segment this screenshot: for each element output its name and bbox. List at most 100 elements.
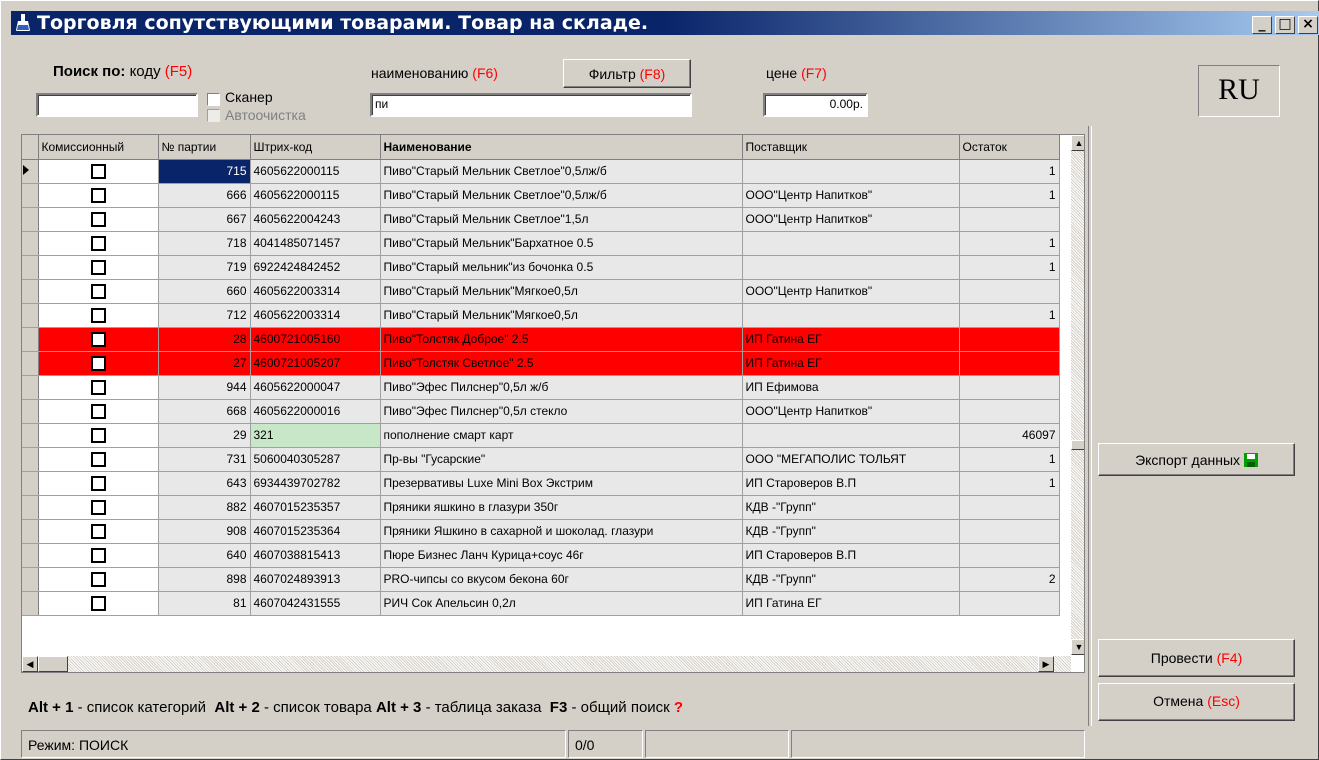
row-indicator [22, 567, 39, 592]
commission-checkbox[interactable] [90, 187, 106, 203]
table-row[interactable]: 668 4605622000016 Пиво"Эфес Пилснер"0,5л с… [22, 399, 1060, 424]
cancel-button[interactable]: Отмена (Esc) [1098, 683, 1295, 721]
commission-cell[interactable] [38, 327, 159, 352]
rest-cell [959, 207, 1060, 232]
header-supplier[interactable]: Поставщик [742, 135, 960, 160]
name-search-input[interactable]: пи [370, 93, 692, 117]
table-row[interactable]: 27 4600721005207 Пиво"Толстяк Светлое" 2.5… [22, 351, 1060, 376]
commission-cell[interactable] [38, 423, 159, 448]
rest-cell [959, 327, 1060, 352]
commission-cell[interactable] [38, 471, 159, 496]
table-row[interactable]: 882 4607015235357 Пряники яшкино в глазури… [22, 495, 1060, 520]
commission-cell[interactable] [38, 495, 159, 520]
name-cell: Пиво"Старый Мельник"Мягкое0,5л [380, 303, 743, 328]
commission-cell[interactable] [38, 207, 159, 232]
commission-checkbox[interactable] [90, 403, 106, 419]
header-rest[interactable]: Остаток [959, 135, 1060, 160]
header-barcode[interactable]: Штрих-код [250, 135, 381, 160]
commission-cell[interactable] [38, 591, 159, 616]
name-cell: пополнение смарт карт [380, 423, 743, 448]
filter-button[interactable]: Фильтр (F8) [563, 59, 691, 88]
commission-cell[interactable] [38, 519, 159, 544]
horizontal-scroll-thumb[interactable] [38, 656, 68, 672]
table-row[interactable]: 81 4607042431555 РИЧ Сок Апельсин 0,2л ИП Г… [22, 591, 1060, 616]
scanner-checkbox[interactable] [207, 93, 220, 106]
table-row[interactable]: 660 4605622003314 Пиво"Старый Мельник"Мягк… [22, 279, 1060, 304]
commission-checkbox[interactable] [90, 427, 106, 443]
table-row[interactable]: 715 4605622000115 Пиво"Старый Мельник Свет… [22, 159, 1060, 184]
vertical-scrollbar[interactable]: ▲ ▼ [1071, 135, 1084, 655]
header-party[interactable]: № партии [158, 135, 251, 160]
minimize-button[interactable]: _ [1252, 16, 1272, 34]
commission-checkbox[interactable] [90, 451, 106, 467]
language-indicator: RU [1198, 65, 1280, 117]
commission-cell[interactable] [38, 159, 159, 184]
commission-cell[interactable] [38, 351, 159, 376]
scroll-down-button[interactable]: ▼ [1071, 639, 1084, 655]
commission-cell[interactable] [38, 279, 159, 304]
maximize-button[interactable]: □ [1275, 16, 1295, 34]
header-indicator [22, 135, 39, 160]
commission-checkbox[interactable] [90, 211, 106, 227]
table-row[interactable]: 908 4607015235364 Пряники Яшкино в сахарно… [22, 519, 1060, 544]
table-row[interactable]: 944 4605622000047 Пиво"Эфес Пилснер"0,5л ж… [22, 375, 1060, 400]
commission-cell[interactable] [38, 399, 159, 424]
commission-checkbox[interactable] [90, 355, 106, 371]
commission-checkbox[interactable] [90, 283, 106, 299]
header-name[interactable]: Наименование [380, 135, 743, 160]
commission-cell[interactable] [38, 447, 159, 472]
table-row[interactable]: 731 5060040305287 Пр-вы "Гусарские" ООО "МЕ… [22, 447, 1060, 472]
scroll-left-button[interactable]: ◀ [22, 656, 38, 672]
hint-key-1: Alt + 1 [28, 699, 74, 716]
rest-cell [959, 591, 1060, 616]
help-icon[interactable]: ? [674, 699, 683, 716]
commission-cell[interactable] [38, 567, 159, 592]
price-input[interactable]: 0.00р. [763, 93, 868, 117]
close-button[interactable]: × [1298, 16, 1318, 34]
post-button[interactable]: Провести (F4) [1098, 639, 1295, 677]
table-row[interactable]: 712 4605622003314 Пиво"Старый Мельник"Мягк… [22, 303, 1060, 328]
scroll-right-button[interactable]: ▶ [1038, 656, 1054, 672]
commission-cell[interactable] [38, 183, 159, 208]
cancel-label: Отмена [1153, 693, 1204, 709]
table-row[interactable]: 898 4607024893913 PRO-чипсы со вкусом беко… [22, 567, 1060, 592]
export-data-button[interactable]: Экспорт данных [1098, 443, 1295, 476]
commission-cell[interactable] [38, 255, 159, 280]
scroll-up-button[interactable]: ▲ [1071, 135, 1084, 151]
commission-checkbox[interactable] [90, 379, 106, 395]
commission-checkbox[interactable] [90, 547, 106, 563]
table-row[interactable]: 640 4607038815413 Пюре Бизнес Ланч Курица+… [22, 543, 1060, 568]
rest-cell: 1 [959, 231, 1060, 256]
commission-checkbox[interactable] [90, 307, 106, 323]
header-commission[interactable]: Комиссионный [38, 135, 159, 160]
commission-cell[interactable] [38, 543, 159, 568]
commission-checkbox[interactable] [90, 523, 106, 539]
autoclean-checkbox[interactable] [207, 109, 220, 122]
commission-cell[interactable] [38, 375, 159, 400]
table-row[interactable]: 719 6922424842452 Пиво"Старый мельник"из б… [22, 255, 1060, 280]
commission-checkbox[interactable] [90, 571, 106, 587]
vertical-scroll-thumb[interactable] [1071, 440, 1084, 450]
commission-checkbox[interactable] [90, 331, 106, 347]
commission-checkbox[interactable] [90, 235, 106, 251]
commission-checkbox[interactable] [90, 595, 106, 611]
table-row[interactable]: 643 6934439702782 Презервативы Luxe Mini B… [22, 471, 1060, 496]
commission-checkbox[interactable] [90, 499, 106, 515]
code-input[interactable] [36, 93, 198, 117]
party-cell: 731 [158, 447, 251, 472]
row-indicator [22, 303, 39, 328]
table-row[interactable]: 666 4605622000115 Пиво"Старый Мельник Свет… [22, 183, 1060, 208]
table-row[interactable]: 667 4605622004243 Пиво"Старый Мельник Свет… [22, 207, 1060, 232]
horizontal-scrollbar[interactable]: ◀ ▶ [22, 656, 1071, 672]
table-row[interactable]: 718 4041485071457 Пиво"Старый Мельник"Барх… [22, 231, 1060, 256]
barcode-cell: 4605622003314 [250, 279, 381, 304]
rest-cell [959, 519, 1060, 544]
commission-cell[interactable] [38, 303, 159, 328]
commission-checkbox[interactable] [90, 475, 106, 491]
hint-text-2: - список товара [264, 699, 372, 716]
table-row[interactable]: 28 4600721005160 Пиво"Толстяк Доброе" 2.5 И… [22, 327, 1060, 352]
commission-cell[interactable] [38, 231, 159, 256]
commission-checkbox[interactable] [90, 163, 106, 179]
table-row[interactable]: 29 321 пополнение смарт карт 46097 [22, 423, 1060, 448]
commission-checkbox[interactable] [90, 259, 106, 275]
